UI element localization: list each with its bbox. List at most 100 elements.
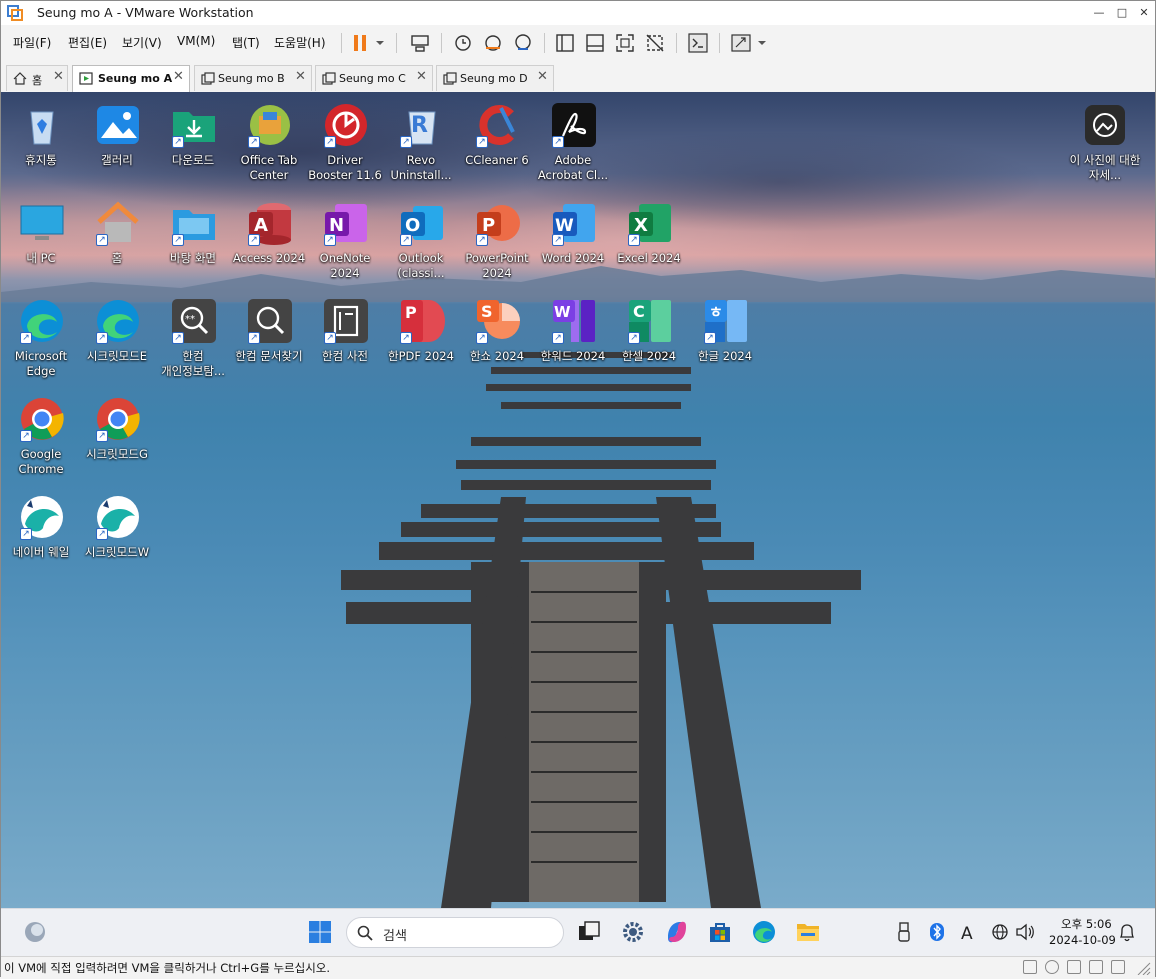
desktop-icon-outlook[interactable]: O ↗ Outlook (classi...: [386, 194, 456, 286]
volume-icon[interactable]: [1014, 919, 1036, 945]
svg-text:A: A: [254, 215, 268, 236]
snapshot-manager-icon[interactable]: [512, 32, 534, 54]
close-icon[interactable]: ✕: [537, 69, 548, 84]
desktop-icon-revo-uninstaller[interactable]: R ↗ Revo Uninstall...: [386, 96, 456, 188]
desktop-icon-hangul[interactable]: ㅎ ↗ 한글 2024: [690, 292, 760, 384]
menu-view[interactable]: 보기(V): [122, 34, 162, 51]
tab-seung-mo-a[interactable]: Seung mo A ✕: [72, 65, 190, 92]
desktop-icon-office-tab[interactable]: ↗ Office Tab Center: [234, 96, 304, 188]
desktop-icon-hanpdf[interactable]: P ↗ 한PDF 2024: [386, 292, 456, 384]
close-icon[interactable]: ✕: [295, 69, 306, 84]
revert-snapshot-icon[interactable]: [482, 32, 504, 54]
unity-view-icon[interactable]: [644, 32, 666, 54]
input-method-icon[interactable]: A: [959, 919, 979, 945]
usb-controller-icon[interactable]: [1089, 960, 1103, 974]
sound-card-icon[interactable]: [1111, 960, 1125, 974]
send-ctrl-alt-del-icon[interactable]: [409, 32, 431, 54]
store-icon[interactable]: [707, 919, 733, 945]
vm-running-icon: [79, 72, 93, 85]
guest-desktop[interactable]: 휴지통 갤러리 ↗ 다운로드 ↗ Office Tab Center ↗ Dri…: [1, 92, 1155, 908]
tab-seung-mo-d[interactable]: Seung mo D ✕: [436, 65, 554, 91]
desktop-icon-naver-whale[interactable]: ↗ 네이버 웨일: [6, 488, 76, 580]
desktop-icon-hanword[interactable]: W ↗ 한워드 2024: [538, 292, 608, 384]
usb-device-icon[interactable]: [896, 919, 912, 945]
resize-grip-icon[interactable]: [1135, 960, 1151, 976]
close-icon[interactable]: ✕: [173, 69, 184, 84]
shortcut-arrow-icon: ↗: [400, 234, 412, 246]
desktop-icon-powerpoint[interactable]: P ↗ PowerPoint 2024: [462, 194, 532, 286]
close-icon[interactable]: ✕: [416, 69, 427, 84]
close-button[interactable]: ✕: [1131, 1, 1156, 25]
menu-file[interactable]: 파일(F): [13, 34, 51, 51]
menu-tab[interactable]: 탭(T): [232, 34, 260, 51]
stretch-guest-icon[interactable]: [730, 32, 752, 54]
tab-seung-mo-b[interactable]: Seung mo B ✕: [194, 65, 312, 91]
desktop-icon-recycle-bin[interactable]: 휴지통: [6, 96, 76, 188]
desktop-icon-label: PowerPoint 2024: [465, 251, 529, 280]
title-bar[interactable]: Seung mo A - VMware Workstation — □ ✕: [1, 1, 1155, 25]
desktop-icon-google-chrome[interactable]: ↗ Google Chrome: [6, 390, 76, 482]
console-view-icon[interactable]: [687, 32, 709, 54]
desktop-icon-driver-booster[interactable]: ↗ Driver Booster 11.6: [308, 96, 382, 188]
desktop-icon-hancom-dictionary[interactable]: ↗ 한컴 사전: [310, 292, 380, 384]
desktop-icon-label: 한PDF 2024: [388, 349, 454, 363]
desktop-icon-home[interactable]: ↗ 홈: [82, 194, 152, 286]
menu-help[interactable]: 도움말(H): [274, 34, 326, 51]
pause-icon[interactable]: [350, 32, 372, 54]
desktop-icon-label: Driver Booster 11.6: [308, 153, 382, 182]
desktop-icon-adobe-acrobat[interactable]: ↗ Adobe Acrobat Cl...: [538, 96, 608, 188]
desktop-icon-edge[interactable]: ↗ Microsoft Edge: [6, 292, 76, 384]
desktop-icon-desktop-folder[interactable]: ↗ 바탕 화면: [158, 194, 228, 286]
desktop-icon-hancell[interactable]: C ↗ 한셀 2024: [614, 292, 684, 384]
notification-bell-icon[interactable]: [1117, 919, 1137, 945]
chevron-down-icon[interactable]: [373, 32, 387, 54]
task-view-icon[interactable]: [576, 919, 602, 945]
desktop-icon-label: Revo Uninstall...: [390, 153, 452, 182]
desktop-icon-this-pc[interactable]: 내 PC: [6, 194, 76, 286]
desktop-icon-hanshow[interactable]: S ↗ 한쇼 2024: [462, 292, 532, 384]
network-globe-icon[interactable]: [991, 919, 1011, 945]
desktop-icon-hancom-privacy[interactable]: ** ↗ 한컴 개인정보탐...: [158, 292, 228, 384]
shortcut-arrow-icon: ↗: [96, 332, 108, 344]
desktop-icon-ccleaner[interactable]: ↗ CCleaner 6: [462, 96, 532, 188]
desktop-icon-onenote[interactable]: N ↗ OneNote 2024: [310, 194, 380, 286]
chevron-down-icon[interactable]: [755, 32, 769, 54]
tab-label: Seung mo C: [339, 72, 406, 85]
desktop-icon-secret-mode-e[interactable]: ↗ 시크릿모드E: [82, 292, 152, 384]
network-adapter-icon[interactable]: [1067, 960, 1081, 974]
tab-home[interactable]: 홈 ✕: [6, 65, 68, 91]
copilot-icon[interactable]: [664, 919, 690, 945]
menu-edit[interactable]: 편집(E): [68, 34, 107, 51]
desktop-icon-downloads[interactable]: ↗ 다운로드: [158, 96, 228, 188]
settings-gear-icon[interactable]: [620, 919, 646, 945]
clock-time[interactable]: 오후 5:06: [1061, 916, 1112, 932]
edge-icon[interactable]: [751, 919, 777, 945]
desktop-icon-secret-mode-w[interactable]: ↗ 시크릿모드W: [82, 488, 152, 580]
guest-taskbar: 검색 A 오후 5:06 2024-10-09: [1, 908, 1155, 956]
desktop-icon-excel[interactable]: X ↗ Excel 2024: [614, 194, 684, 286]
desktop-icon-access[interactable]: A ↗ Access 2024: [233, 194, 305, 286]
desktop-icon-spotlight[interactable]: 이 사진에 대한 자세...: [1070, 96, 1140, 188]
bluetooth-icon[interactable]: [929, 919, 945, 945]
hard-disk-icon[interactable]: [1023, 960, 1037, 974]
taskbar-search[interactable]: 검색: [346, 917, 564, 948]
snapshot-icon[interactable]: [451, 32, 473, 54]
desktop-icon-gallery[interactable]: 갤러리: [82, 96, 152, 188]
clock-date[interactable]: 2024-10-09: [1049, 933, 1116, 947]
file-explorer-icon[interactable]: [795, 919, 821, 945]
menu-vm[interactable]: VM(M): [177, 34, 215, 48]
desktop-icon-secret-mode-g[interactable]: ↗ 시크릿모드G: [82, 390, 152, 482]
full-screen-icon[interactable]: [614, 32, 636, 54]
desktop-icon-word[interactable]: W ↗ Word 2024: [538, 194, 608, 286]
close-icon[interactable]: ✕: [53, 69, 64, 84]
cd-dvd-icon[interactable]: [1045, 960, 1059, 974]
svg-text:W: W: [554, 303, 571, 321]
widgets-icon[interactable]: [22, 919, 48, 945]
start-icon[interactable]: [307, 919, 333, 945]
desktop-icon-hancom-search[interactable]: ↗ 한컴 문서찾기: [234, 292, 304, 384]
tab-seung-mo-c[interactable]: Seung mo C ✕: [315, 65, 433, 91]
recycle-bin-icon: [30, 111, 54, 145]
window-title: Seung mo A - VMware Workstation: [37, 5, 254, 20]
library-view-icon[interactable]: [554, 32, 576, 54]
thumbnail-view-icon[interactable]: [584, 32, 606, 54]
